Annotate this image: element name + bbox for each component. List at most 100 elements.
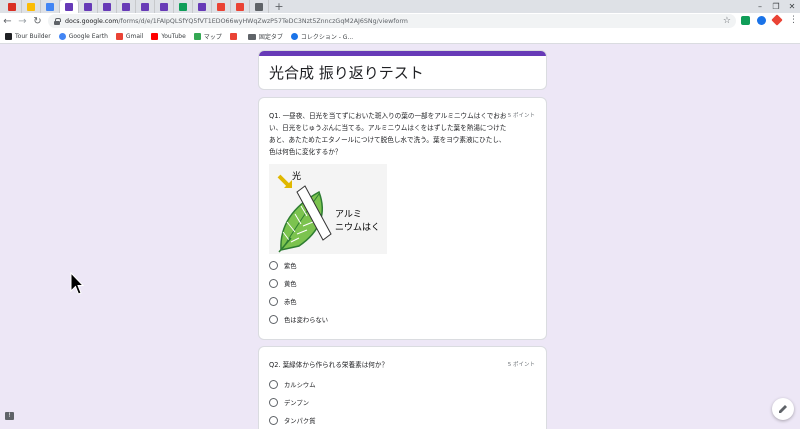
browser-tab[interactable] (231, 0, 250, 13)
reload-button[interactable]: ↻ (30, 13, 45, 30)
lock-icon (54, 17, 61, 25)
leaf-experiment-figure: 光 アルミ ニウムはく (269, 164, 387, 254)
answer-option[interactable]: 色は変わらない (269, 315, 328, 324)
bookmark-label: Tour Builder (15, 33, 51, 40)
tab-favicon-icon (141, 2, 149, 11)
url-path: /forms/d/e/1FAIpQLSfYQ5fVT1EDO66wyHWqZwz… (118, 17, 408, 25)
bookmark-item[interactable]: Tour Builder (5, 33, 51, 40)
answer-option[interactable]: タンパク質 (269, 416, 315, 425)
bookmark-label: コレクション - G... (300, 34, 354, 41)
option-label: デンプン (284, 400, 309, 407)
browser-tab[interactable] (60, 0, 79, 13)
collections-icon (290, 33, 298, 40)
option-label: 赤色 (284, 299, 297, 306)
folder-icon (247, 33, 256, 40)
radio-button[interactable] (269, 398, 278, 407)
form-title-card: 光合成 振り返りテスト (258, 50, 547, 90)
browser-tab[interactable] (117, 0, 136, 13)
tab-favicon-icon (198, 2, 206, 11)
answer-option[interactable]: カルシウム (269, 380, 315, 389)
tab-favicon-icon (46, 2, 54, 11)
minimize-button[interactable]: – (752, 0, 768, 13)
bookmark-label: YouTube (161, 33, 186, 40)
menu-icon[interactable]: ⋮ (789, 15, 798, 25)
answer-option[interactable]: 黄色 (269, 279, 297, 288)
bookmark-star-icon[interactable]: ☆ (723, 14, 731, 28)
answer-option[interactable]: デンプン (269, 398, 309, 407)
radio-button[interactable] (269, 279, 278, 288)
foil-label: アルミ (335, 210, 362, 220)
youtube-icon (151, 33, 159, 40)
tab-favicon-icon (217, 2, 225, 11)
browser-tab[interactable] (41, 0, 60, 13)
bookmark-item[interactable]: 固定タブ (247, 32, 283, 41)
tab-favicon-icon (84, 2, 92, 11)
foil-label-line2: ニウムはく (335, 222, 380, 233)
option-label: 黄色 (284, 281, 297, 288)
bookmark-item[interactable]: コレクション - G... (290, 32, 354, 41)
option-label: 紫色 (284, 263, 297, 270)
bookmark-item[interactable]: Google Earth (58, 33, 108, 40)
browser-tab[interactable] (212, 0, 231, 13)
light-label: 光 (292, 170, 301, 182)
tab-favicon-icon (255, 2, 263, 11)
radio-button[interactable] (269, 380, 278, 389)
browser-tab[interactable] (193, 0, 212, 13)
tab-favicon-icon (122, 2, 130, 11)
bookmarks-bar: Tour Builder Google Earth Gmail YouTube マップ 固… (0, 30, 800, 44)
bookmark-label: マップ (203, 34, 222, 41)
browser-tab[interactable] (136, 0, 155, 13)
bookmark-red-icon (229, 33, 237, 40)
answer-option[interactable]: 紫色 (269, 261, 297, 270)
radio-button[interactable] (269, 297, 278, 306)
radio-button[interactable] (269, 416, 278, 425)
browser-tab[interactable] (155, 0, 174, 13)
maps-icon (193, 33, 201, 40)
forward-button[interactable]: → (15, 13, 30, 30)
address-bar[interactable]: docs.google.com/forms/d/e/1FAIpQLSfYQ5fV… (48, 14, 736, 28)
option-label: 色は変わらない (284, 317, 329, 324)
radio-button[interactable] (269, 315, 278, 324)
tab-favicon-icon (103, 2, 111, 11)
bookmark-item[interactable]: Gmail (115, 33, 143, 40)
close-window-button[interactable]: ✕ (784, 0, 800, 13)
earth-icon (58, 33, 66, 40)
tour-builder-icon (5, 33, 12, 40)
question-points: 5 ポイント (507, 362, 535, 368)
browser-tab[interactable] (22, 0, 41, 13)
bookmark-item[interactable]: YouTube (151, 33, 186, 40)
question-text: Q2. 葉緑体から作られる栄養素は何か？ (269, 361, 389, 369)
browser-tab[interactable] (174, 0, 193, 13)
browser-tab[interactable] (250, 0, 269, 13)
question-points: 5 ポイント (507, 113, 535, 119)
extension-sheets-icon[interactable] (741, 16, 750, 25)
answer-option[interactable]: 赤色 (269, 297, 297, 306)
report-feedback-icon[interactable]: ! (5, 412, 14, 420)
bookmark-item[interactable] (229, 33, 240, 40)
browser-tab[interactable] (79, 0, 98, 13)
gmail-icon (115, 33, 123, 40)
leaf-figure-svg: 光 アルミ ニウムはく (269, 164, 387, 254)
new-tab-button[interactable]: + (271, 0, 287, 13)
extension-profile-icon[interactable] (757, 16, 766, 25)
browser-tab[interactable] (3, 0, 22, 13)
pencil-icon (779, 405, 787, 413)
tab-favicon-icon (160, 2, 168, 11)
question-card-1: Q1. 一昼夜、日光を当てずにおいた斑入りの葉の一部をアルミニウムはくでおおい、… (258, 97, 547, 340)
option-label: タンパク質 (284, 418, 316, 425)
radio-button[interactable] (269, 261, 278, 270)
tab-favicon-icon (8, 2, 16, 11)
question-card-2: Q2. 葉緑体から作られる栄養素は何か？ 5 ポイント カルシウムデンプンタンパ… (258, 346, 547, 429)
tab-strip: + (0, 0, 800, 13)
bookmark-item[interactable]: マップ (193, 32, 222, 41)
browser-toolbar: ← → ↻ docs.google.com/forms/d/e/1FAIpQLS… (0, 13, 800, 30)
window-controls: – ❐ ✕ (752, 0, 800, 13)
tab-favicon-icon (179, 2, 187, 11)
tab-favicon-icon (236, 2, 244, 11)
back-button[interactable]: ← (0, 13, 15, 30)
edit-fab[interactable] (772, 398, 794, 420)
option-label: カルシウム (284, 382, 316, 389)
restore-button[interactable]: ❐ (768, 0, 784, 13)
browser-tab[interactable] (98, 0, 117, 13)
url-text: docs.google.com/forms/d/e/1FAIpQLSfYQ5fV… (65, 18, 408, 25)
